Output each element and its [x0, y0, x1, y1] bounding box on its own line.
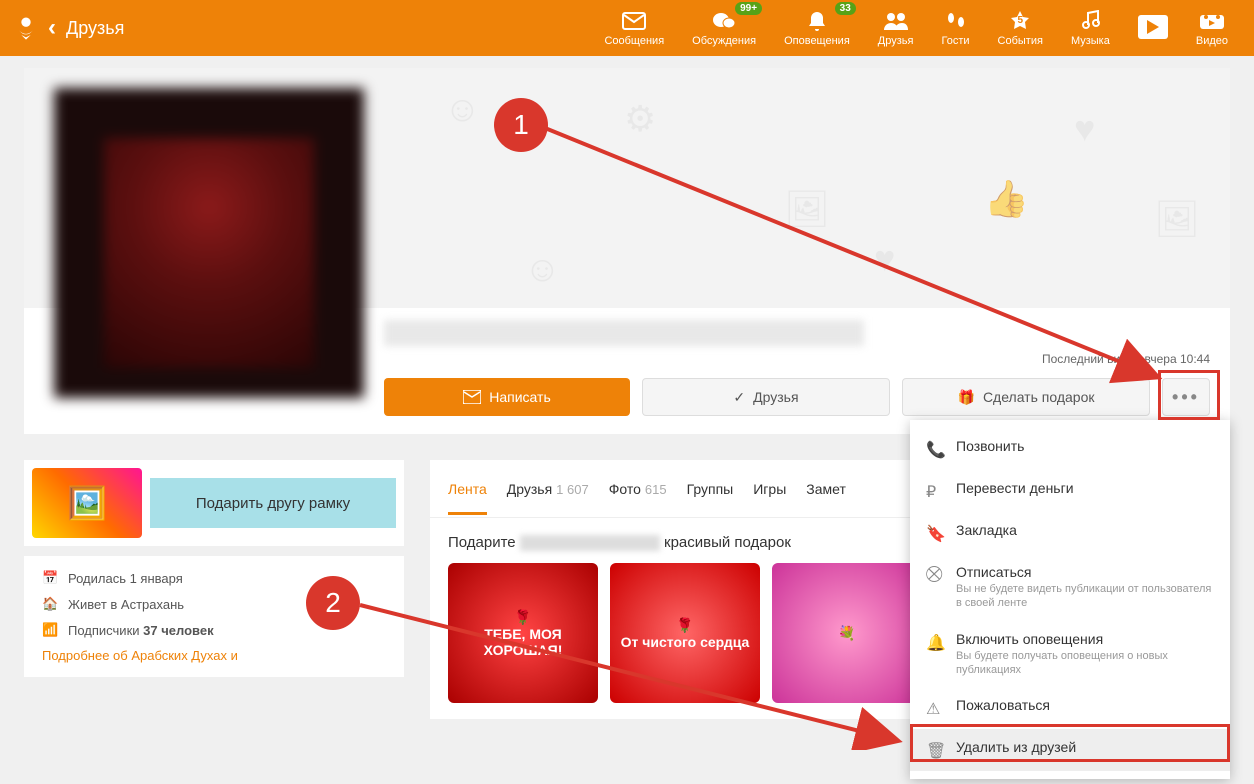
- dropdown-remove-friend[interactable]: 🗑 Удалить из друзей: [910, 729, 1230, 771]
- top-header: ‹ Друзья Сообщения 99+ Обсуждения 33 Опо…: [0, 0, 1254, 56]
- dropdown-bookmark[interactable]: 🔖 Закладка: [910, 512, 1230, 554]
- more-actions-button[interactable]: •••: [1162, 378, 1210, 416]
- tab-feed[interactable]: Лента: [448, 463, 487, 515]
- location-icon: 🏠: [42, 596, 58, 612]
- nav-friends[interactable]: Друзья: [864, 4, 928, 53]
- write-message-button[interactable]: Написать: [384, 378, 630, 416]
- gift-card[interactable]: 💐: [772, 563, 922, 703]
- nav-video[interactable]: Видео: [1182, 4, 1242, 53]
- unsubscribe-icon: ⛒: [926, 566, 944, 584]
- bell-icon: 🔔: [926, 633, 944, 653]
- tab-groups[interactable]: Группы: [687, 463, 734, 515]
- dropdown-call[interactable]: 📞 Позвонить: [910, 428, 1230, 470]
- send-gift-button[interactable]: 🎁 Сделать подарок: [902, 378, 1150, 416]
- page-title: Друзья: [66, 18, 124, 39]
- nav-music[interactable]: Музыка: [1057, 4, 1124, 53]
- nav-play[interactable]: [1124, 4, 1182, 53]
- left-sidebar: 🖼️ Подарить другу рамку 📅Родилась 1 янва…: [24, 460, 404, 687]
- dropdown-transfer-money[interactable]: ₽ Перевести деньги: [910, 470, 1230, 512]
- info-more-link[interactable]: Подробнее об Арабских Духах и: [42, 648, 386, 663]
- dropdown-unsubscribe[interactable]: ⛒ ОтписатьсяВы не будете видеть публикац…: [910, 554, 1230, 621]
- nav-messages[interactable]: Сообщения: [590, 4, 678, 53]
- video-icon: [1199, 10, 1225, 32]
- tab-games[interactable]: Игры: [753, 463, 786, 515]
- friends-status-button[interactable]: ✓ Друзья: [642, 378, 890, 416]
- top-nav: Сообщения 99+ Обсуждения 33 Оповещения Д…: [590, 4, 1242, 53]
- play-icon: [1138, 15, 1168, 39]
- nav-notifications[interactable]: 33 Оповещения: [770, 4, 864, 53]
- chevron-left-icon: ‹: [48, 14, 56, 42]
- check-icon: ✓: [733, 389, 745, 406]
- rss-icon: 📶: [42, 622, 58, 638]
- bell-icon: [807, 10, 827, 32]
- dots-icon: •••: [1172, 387, 1200, 408]
- dropdown-report[interactable]: ⚠ Пожаловаться: [910, 687, 1230, 729]
- ok-logo-icon: [12, 14, 40, 42]
- people-icon: [883, 10, 909, 32]
- gift-card[interactable]: 🌹ТЕБЕ, МОЯ ХОРОШАЯ!: [448, 563, 598, 703]
- nav-discussions[interactable]: 99+ Обсуждения: [678, 4, 770, 53]
- footsteps-icon: [945, 10, 967, 32]
- profile-photo[interactable]: [54, 88, 364, 398]
- envelope-icon: [622, 10, 646, 32]
- alert-icon: ⚠: [926, 699, 944, 719]
- nav-guests[interactable]: Гости: [927, 4, 983, 53]
- profile-actions: Написать ✓ Друзья 🎁 Сделать подарок •••: [384, 378, 1210, 416]
- badge: 99+: [735, 2, 762, 15]
- gift-icon: 🎁: [958, 389, 975, 406]
- annotation-badge-1: 1: [494, 98, 548, 152]
- gift-frame-widget[interactable]: 🖼️ Подарить другу рамку: [24, 460, 404, 546]
- chat-icon: [712, 10, 736, 32]
- profile-name-blurred: [384, 320, 864, 346]
- phone-icon: 📞: [926, 440, 944, 460]
- back-button[interactable]: ‹ Друзья: [48, 14, 124, 42]
- more-actions-dropdown: 📞 Позвонить ₽ Перевести деньги 🔖 Закладк…: [910, 420, 1230, 779]
- trash-icon: 🗑: [926, 741, 944, 761]
- last-visit: Последний визит: вчера 10:44: [384, 352, 1210, 366]
- star-icon: 5: [1009, 10, 1031, 32]
- profile-cover: ☺ ⚙ 🖼 ☺ ♥ 👍 ♥ 🖼 Последний визит: вчера 1…: [24, 68, 1230, 434]
- gift-frame-banner: Подарить другу рамку: [150, 478, 396, 528]
- tab-friends[interactable]: Друзья1 607: [507, 463, 589, 515]
- tab-photos[interactable]: Фото615: [609, 463, 667, 515]
- bookmark-icon: 🔖: [926, 524, 944, 544]
- blurred-name: [520, 535, 660, 551]
- dropdown-enable-notifications[interactable]: 🔔 Включить оповещенияВы будете получать …: [910, 621, 1230, 688]
- tab-notes[interactable]: Замет: [806, 463, 846, 515]
- envelope-icon: [463, 390, 481, 404]
- annotation-badge-2: 2: [306, 576, 360, 630]
- ruble-icon: ₽: [926, 482, 944, 502]
- gift-card[interactable]: 🌹От чистого сердца: [610, 563, 760, 703]
- badge: 33: [835, 2, 856, 15]
- music-icon: [1080, 10, 1100, 32]
- gift-frame-image: 🖼️: [32, 468, 142, 538]
- nav-events[interactable]: 5 События: [984, 4, 1057, 53]
- calendar-icon: 📅: [42, 570, 58, 586]
